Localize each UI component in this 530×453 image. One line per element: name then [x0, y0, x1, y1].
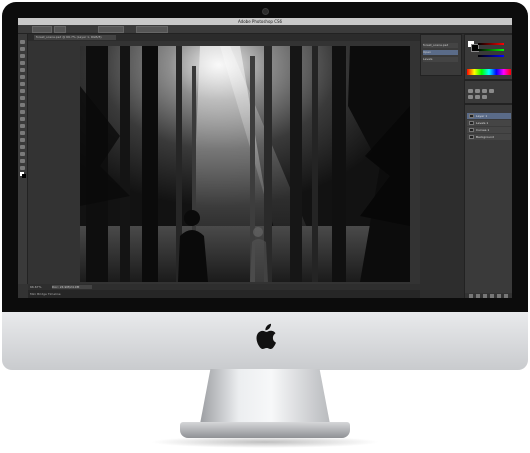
- adjustment-layer-icon[interactable]: [490, 294, 494, 298]
- history-brush-tool-icon[interactable]: [20, 103, 25, 107]
- mode-dropdown[interactable]: [54, 26, 66, 33]
- background-color-swatch[interactable]: [22, 174, 26, 178]
- layer-row[interactable]: Levels 1: [467, 120, 511, 126]
- crop-tool-icon[interactable]: [20, 68, 25, 72]
- layers-footer: [465, 293, 512, 298]
- move-tool-icon[interactable]: [20, 40, 25, 44]
- color-spectrum[interactable]: [467, 69, 511, 75]
- path-selection-tool-icon[interactable]: [20, 152, 25, 156]
- history-step[interactable]: Open: [423, 50, 458, 55]
- document-tab-bar: forest_scene.psd @ 66.7% (Layer 1, RGB/8…: [28, 34, 428, 41]
- type-tool-icon[interactable]: [20, 145, 25, 149]
- trash-icon[interactable]: [504, 294, 508, 298]
- eraser-tool-icon[interactable]: [20, 110, 25, 114]
- layer-thumbnail: [469, 121, 474, 125]
- adjustments-panel: [464, 80, 512, 104]
- document-size[interactable]: Doc: 24.9M/24.9M: [52, 285, 92, 289]
- layer-row[interactable]: Background: [467, 134, 511, 140]
- gradient-tool-icon[interactable]: [20, 117, 25, 121]
- curves-icon[interactable]: [482, 89, 487, 93]
- layer-name: Levels 1: [476, 121, 489, 125]
- green-slider[interactable]: [478, 49, 504, 51]
- document-tab[interactable]: forest_scene.psd @ 66.7% (Layer 1, RGB/8…: [34, 35, 116, 40]
- brightness-icon[interactable]: [468, 89, 473, 93]
- shape-tool-icon[interactable]: [20, 159, 25, 163]
- tools-panel: [18, 34, 28, 284]
- red-slider[interactable]: [478, 43, 504, 45]
- style-dropdown[interactable]: [98, 26, 124, 33]
- dodge-tool-icon[interactable]: [20, 131, 25, 135]
- tool-preset-picker[interactable]: [32, 26, 52, 33]
- layer-thumbnail: [469, 135, 474, 139]
- timeline-bar: Mini Bridge Timeline: [28, 290, 428, 298]
- eyedropper-tool-icon[interactable]: [20, 75, 25, 79]
- refine-edge-button[interactable]: [136, 26, 168, 33]
- monitor-stand: [200, 369, 330, 424]
- lasso-tool-icon[interactable]: [20, 54, 25, 58]
- layer-name: Background: [476, 135, 494, 139]
- layer-name: Curves 1: [476, 128, 490, 132]
- history-step[interactable]: Levels: [423, 57, 458, 62]
- black-white-icon[interactable]: [482, 95, 487, 99]
- clone-stamp-tool-icon[interactable]: [20, 96, 25, 100]
- layer-thumbnail: [469, 128, 474, 132]
- blue-slider[interactable]: [478, 55, 504, 57]
- layer-row[interactable]: Curves 1: [467, 127, 511, 133]
- quick-select-tool-icon[interactable]: [20, 61, 25, 65]
- marquee-tool-icon[interactable]: [20, 47, 25, 51]
- window-title: Adobe Photoshop CS6: [238, 19, 283, 24]
- forest-photo: [80, 46, 410, 282]
- link-icon[interactable]: [469, 294, 473, 298]
- hand-tool-icon[interactable]: [20, 166, 25, 170]
- layer-name: Layer 1: [476, 114, 488, 118]
- healing-brush-tool-icon[interactable]: [20, 82, 25, 86]
- levels-icon[interactable]: [475, 89, 480, 93]
- history-snapshot[interactable]: forest_scene.psd: [423, 43, 458, 48]
- new-layer-icon[interactable]: [497, 294, 501, 298]
- layer-thumbnail: [469, 114, 474, 118]
- options-bar: [18, 25, 512, 34]
- fx-icon[interactable]: [476, 294, 480, 298]
- layers-panel: Layer 1 Levels 1 Curves 1 Background: [464, 104, 512, 298]
- brush-tool-icon[interactable]: [20, 89, 25, 93]
- monitor-foot: [180, 422, 350, 438]
- mask-icon[interactable]: [483, 294, 487, 298]
- window-title-bar: Adobe Photoshop CS6: [18, 18, 512, 25]
- screen: Adobe Photoshop CS6 forest_scene.psd @ 6…: [18, 18, 512, 298]
- exposure-icon[interactable]: [489, 89, 494, 93]
- timeline-label[interactable]: Mini Bridge Timeline: [30, 290, 61, 298]
- pen-tool-icon[interactable]: [20, 138, 25, 142]
- camera-icon: [262, 8, 269, 15]
- color-balance-icon[interactable]: [475, 95, 480, 99]
- layer-row[interactable]: Layer 1: [467, 113, 511, 119]
- blur-tool-icon[interactable]: [20, 124, 25, 128]
- hue-saturation-icon[interactable]: [468, 95, 473, 99]
- color-panel: [464, 34, 512, 80]
- history-panel: forest_scene.psd Open Levels: [420, 34, 462, 76]
- apple-logo: [256, 323, 276, 350]
- document-canvas[interactable]: [80, 46, 410, 282]
